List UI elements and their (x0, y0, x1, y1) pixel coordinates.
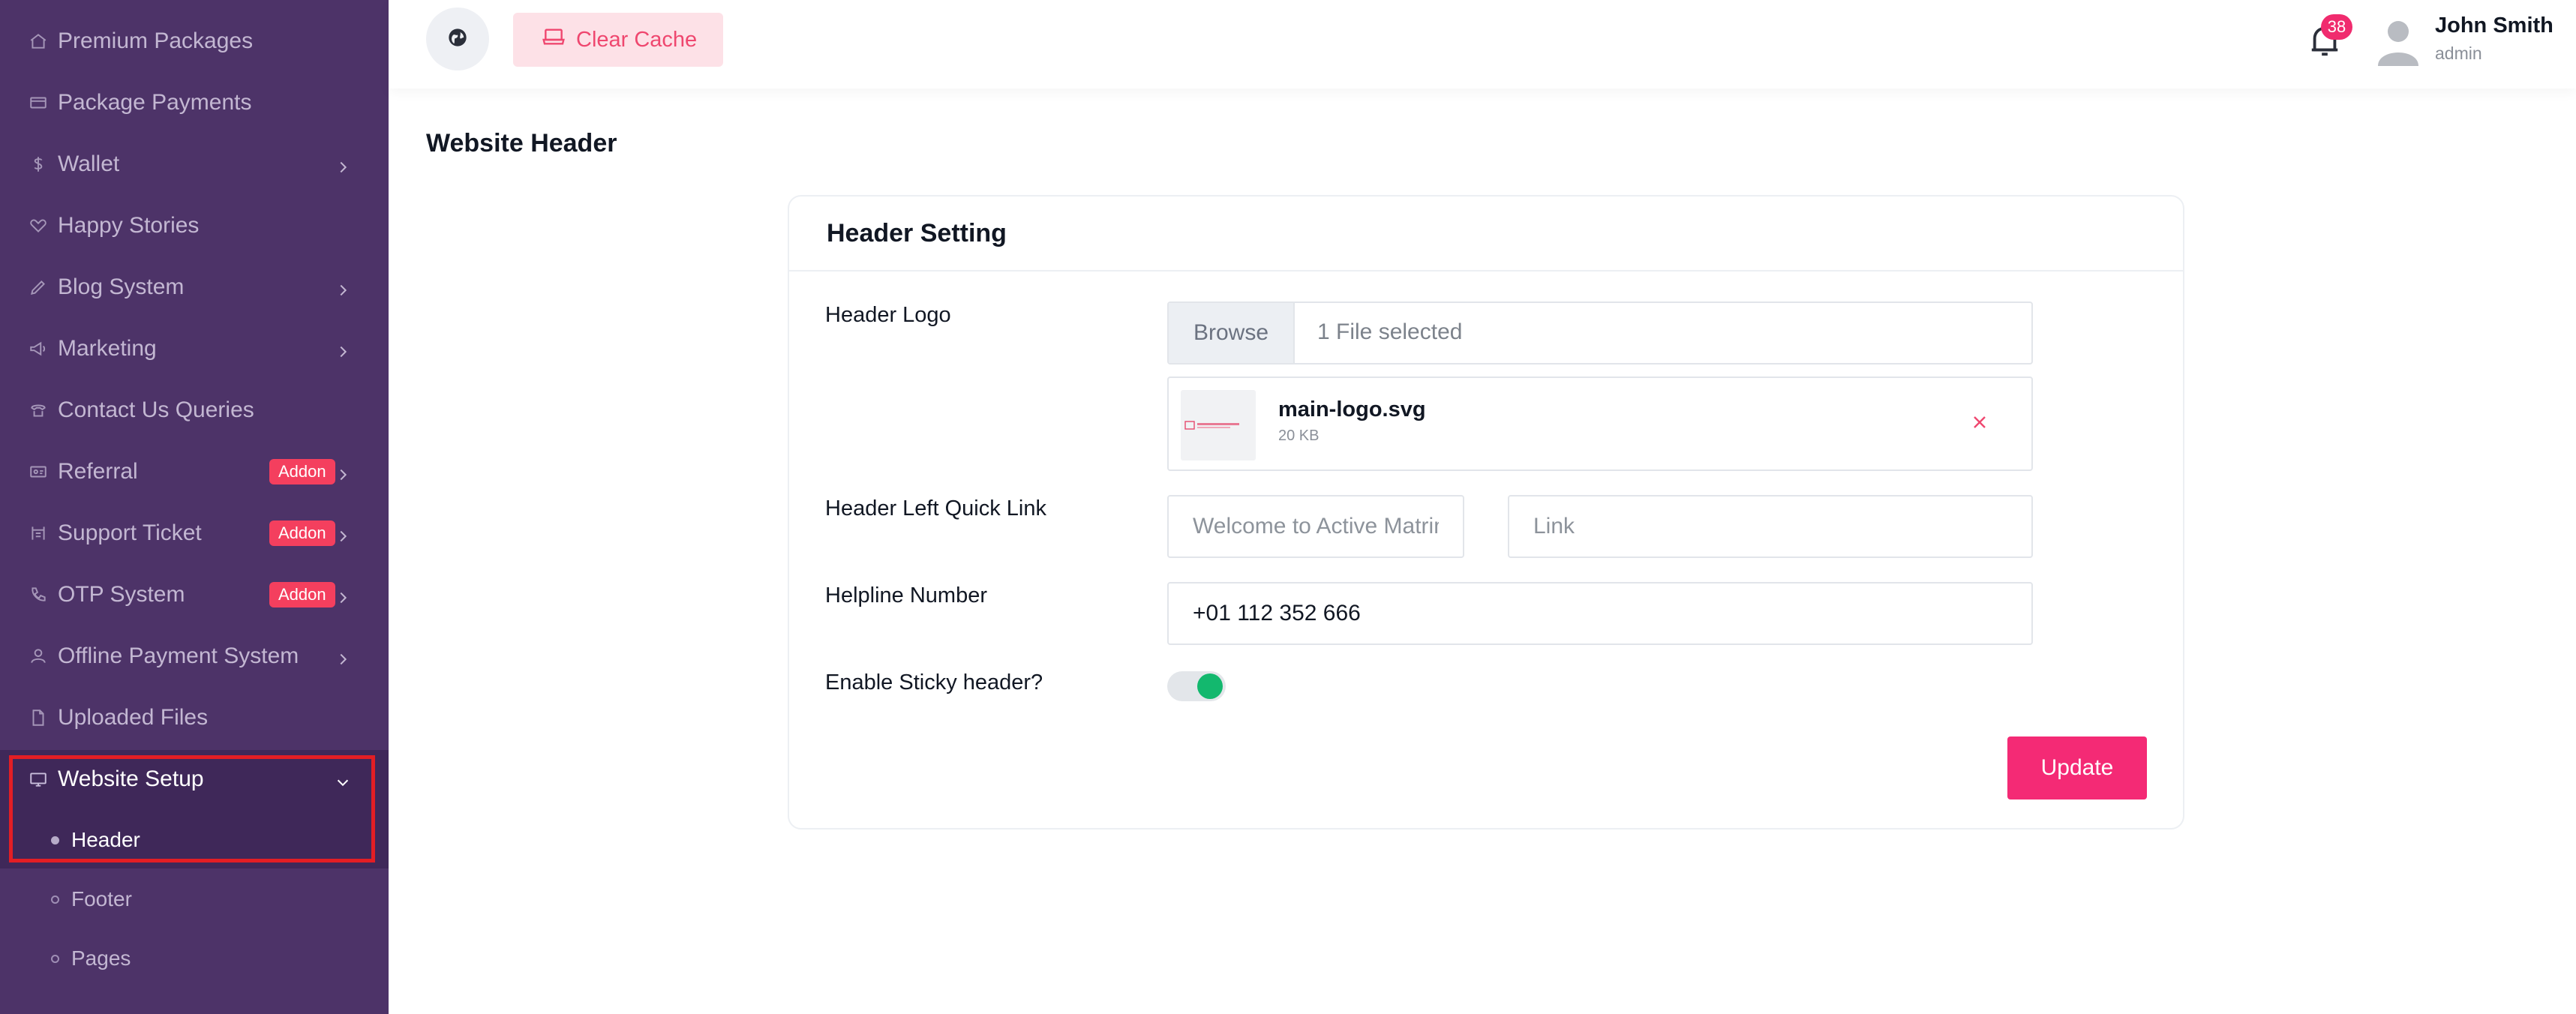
file-preview: main-logo.svg 20 KB (1167, 376, 2033, 471)
sidebar-item-label: Offline Payment System (58, 644, 299, 668)
sidebar-item-label: OTP System (58, 582, 185, 607)
ticket-icon (29, 524, 48, 543)
sidebar-item-blog-system[interactable]: Blog System (0, 256, 389, 318)
chevron-right-icon (335, 464, 351, 481)
header-logo-label: Header Logo (825, 303, 951, 327)
user-icon (29, 646, 48, 666)
user-role: admin (2435, 44, 2482, 63)
sidebar-item-wallet[interactable]: Wallet (0, 134, 389, 195)
bell-icon (2307, 26, 2342, 63)
sidebar-item-offline-payment-system[interactable]: Offline Payment System (0, 626, 389, 687)
phone-icon (29, 585, 48, 604)
megaphone-icon (29, 339, 48, 358)
addon-badge: Addon (269, 520, 335, 546)
bullet-icon (51, 954, 59, 963)
helpline-number-input[interactable] (1167, 582, 2033, 645)
pen-icon (29, 278, 48, 297)
sidebar-subitem-header[interactable]: Header (0, 814, 389, 866)
globe-icon (447, 27, 468, 52)
user-name[interactable]: John Smith (2435, 14, 2553, 38)
sidebar-item-package-payments[interactable]: Package Payments (0, 72, 389, 134)
chevron-down-icon (335, 771, 351, 788)
referral-icon (29, 462, 48, 482)
file-icon (29, 708, 48, 728)
card-title: Header Setting (827, 219, 1007, 248)
close-icon (1972, 415, 1987, 434)
sidebar-item-label: Marketing (58, 336, 157, 361)
notification-count-badge: 38 (2321, 14, 2352, 40)
dollar-icon (29, 154, 48, 174)
home-icon (29, 32, 48, 51)
chevron-right-icon (335, 648, 351, 665)
clear-cache-label: Clear Cache (576, 27, 698, 52)
sidebar-item-happy-stories[interactable]: Happy Stories (0, 195, 389, 256)
update-button[interactable]: Update (2007, 736, 2147, 800)
file-name: main-logo.svg (1278, 398, 1426, 422)
sidebar-item-label: Website Setup (58, 766, 204, 791)
remove-file-button[interactable] (1968, 412, 1991, 435)
monitor-icon (29, 770, 48, 789)
chevron-right-icon (335, 586, 351, 604)
avatar[interactable] (2373, 15, 2423, 66)
sidebar-item-referral[interactable]: Referral Addon (0, 441, 389, 502)
quick-link-url-input[interactable] (1508, 495, 2033, 558)
sidebar-item-uploaded-files[interactable]: Uploaded Files (0, 687, 389, 748)
bullet-icon (51, 895, 59, 904)
sidebar-subitem-label: Header (71, 828, 140, 851)
card-header: Header Setting (789, 196, 2183, 272)
logo-thumbnail (1181, 390, 1256, 460)
quick-link-text-input[interactable] (1167, 495, 1464, 558)
chevron-right-icon (335, 525, 351, 542)
hard-drive-icon (542, 25, 566, 55)
sidebar-item-label: Support Ticket (58, 520, 202, 545)
sidebar-item-label: Package Payments (58, 90, 252, 115)
sidebar-item-label: Referral (58, 459, 138, 484)
addon-badge: Addon (269, 582, 335, 608)
file-size: 20 KB (1278, 428, 1320, 444)
addon-badge: Addon (269, 459, 335, 484)
sidebar-item-premium-packages[interactable]: Premium Packages (0, 10, 389, 72)
sidebar-subitem-pages[interactable]: Pages (0, 932, 389, 985)
heart-icon (29, 216, 48, 236)
card-icon (29, 93, 48, 112)
helpline-label: Helpline Number (825, 584, 987, 608)
toggle-knob (1197, 674, 1223, 699)
chevron-right-icon (335, 156, 351, 173)
sidebar-subitem-label: Pages (71, 946, 131, 970)
sidebar-item-website-setup[interactable]: Website Setup (0, 748, 389, 810)
sticky-header-toggle[interactable] (1167, 671, 1226, 701)
sidebar-item-label: Uploaded Files (58, 705, 209, 730)
sidebar-item-contact-us-queries[interactable]: Contact Us Queries (0, 380, 389, 441)
header-logo-file-input[interactable]: Browse 1 File selected (1167, 302, 2033, 364)
sidebar: Premium Packages Package Payments Wallet… (0, 0, 389, 1014)
browse-button[interactable]: Browse (1169, 303, 1295, 363)
chevron-right-icon (335, 340, 351, 358)
sticky-header-label: Enable Sticky header? (825, 670, 1043, 694)
page-title: Website Header (426, 129, 617, 158)
sidebar-item-label: Blog System (58, 274, 185, 299)
sidebar-item-otp-system[interactable]: OTP System Addon (0, 564, 389, 626)
bullet-icon (51, 836, 59, 844)
visit-website-button[interactable] (426, 8, 489, 70)
sidebar-item-label: Happy Stories (58, 213, 200, 238)
chevron-right-icon (335, 279, 351, 296)
contact-icon (29, 400, 48, 420)
sidebar-subitem-footer[interactable]: Footer (0, 873, 389, 926)
quick-link-label: Header Left Quick Link (825, 496, 1046, 520)
sidebar-item-label: Contact Us Queries (58, 398, 254, 422)
clear-cache-button[interactable]: Clear Cache (513, 13, 723, 67)
sidebar-item-label: Premium Packages (58, 28, 254, 53)
sidebar-item-support-ticket[interactable]: Support Ticket Addon (0, 502, 389, 564)
sidebar-subitem-label: Footer (71, 887, 132, 910)
sidebar-item-label: Wallet (58, 152, 120, 176)
sidebar-item-marketing[interactable]: Marketing (0, 318, 389, 380)
file-selected-text: 1 File selected (1317, 320, 1463, 344)
